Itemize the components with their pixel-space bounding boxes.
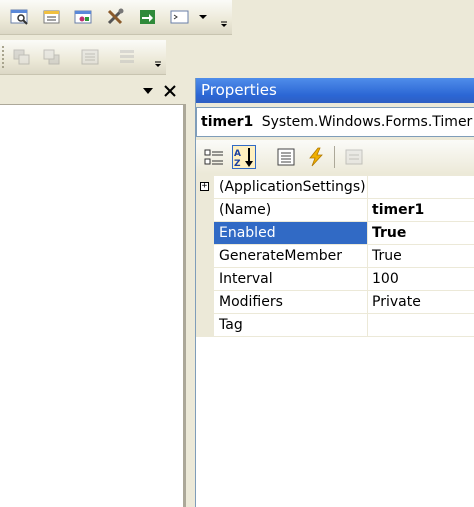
properties-window-icon[interactable] xyxy=(40,6,64,28)
properties-window: Properties timer1 System.Windows.Forms.T… xyxy=(195,78,474,507)
properties-toolbar: AZ xyxy=(196,140,474,174)
find-icon[interactable] xyxy=(8,6,32,28)
properties-icon[interactable] xyxy=(274,145,298,169)
toolbar-layout xyxy=(0,40,166,75)
alphabetical-icon[interactable]: AZ xyxy=(232,145,256,169)
tools-icon[interactable] xyxy=(104,6,128,28)
property-name: GenerateMember xyxy=(214,245,368,267)
property-name: (ApplicationSettings) xyxy=(214,176,368,198)
property-value[interactable] xyxy=(368,314,474,336)
close-icon[interactable] xyxy=(163,84,177,98)
send-to-back-icon[interactable] xyxy=(40,46,64,68)
property-name: Modifiers xyxy=(214,291,368,313)
toolbar-overflow-icon[interactable] xyxy=(152,46,164,70)
property-name: Tag xyxy=(214,314,368,336)
property-value[interactable]: 100 xyxy=(368,268,474,290)
property-row[interactable]: Interval 100 xyxy=(196,268,474,291)
object-selector[interactable]: timer1 System.Windows.Forms.Timer xyxy=(196,107,474,137)
toolbar-overflow-icon[interactable] xyxy=(218,6,230,30)
property-value[interactable] xyxy=(368,176,474,198)
property-name-selected: Enabled xyxy=(214,222,368,244)
properties-title: Properties xyxy=(196,78,474,103)
object-browser-icon[interactable] xyxy=(72,6,96,28)
property-name: Interval xyxy=(214,268,368,290)
expand-icon[interactable]: + xyxy=(200,182,209,191)
property-value[interactable]: Private xyxy=(368,291,474,313)
svg-text:A: A xyxy=(234,149,241,159)
property-grid: + (ApplicationSettings) (Name) timer1 En… xyxy=(196,176,474,507)
object-type: System.Windows.Forms.Timer xyxy=(261,114,473,130)
property-name: (Name) xyxy=(214,199,368,221)
toolbar-grip[interactable] xyxy=(2,46,8,68)
toolbar-separator xyxy=(334,146,335,168)
command-window-icon[interactable] xyxy=(168,6,192,28)
object-name: timer1 xyxy=(201,114,254,130)
property-row[interactable]: GenerateMember True xyxy=(196,245,474,268)
import-export-icon[interactable] xyxy=(136,6,160,28)
property-row[interactable]: (Name) timer1 xyxy=(196,199,474,222)
property-row[interactable]: Tag xyxy=(196,314,474,337)
left-panel-header xyxy=(0,78,186,105)
toolbar-top xyxy=(0,0,232,35)
property-value[interactable]: True xyxy=(368,245,474,267)
chevron-down-icon[interactable] xyxy=(196,6,210,28)
bring-to-front-icon[interactable] xyxy=(10,46,34,68)
window-position-icon[interactable] xyxy=(142,85,154,97)
left-docked-panel xyxy=(0,78,186,507)
property-row[interactable]: + (ApplicationSettings) xyxy=(196,176,474,199)
tab-order-icon[interactable] xyxy=(78,46,102,68)
property-row[interactable]: Modifiers Private xyxy=(196,291,474,314)
property-value[interactable]: True xyxy=(368,222,474,244)
property-pages-icon[interactable] xyxy=(342,145,366,169)
svg-text:Z: Z xyxy=(234,159,241,168)
property-row[interactable]: Enabled True xyxy=(196,222,474,245)
align-grid-icon[interactable] xyxy=(116,46,140,68)
property-value[interactable]: timer1 xyxy=(368,199,474,221)
categorized-icon[interactable] xyxy=(202,145,226,169)
events-icon[interactable] xyxy=(304,145,328,169)
